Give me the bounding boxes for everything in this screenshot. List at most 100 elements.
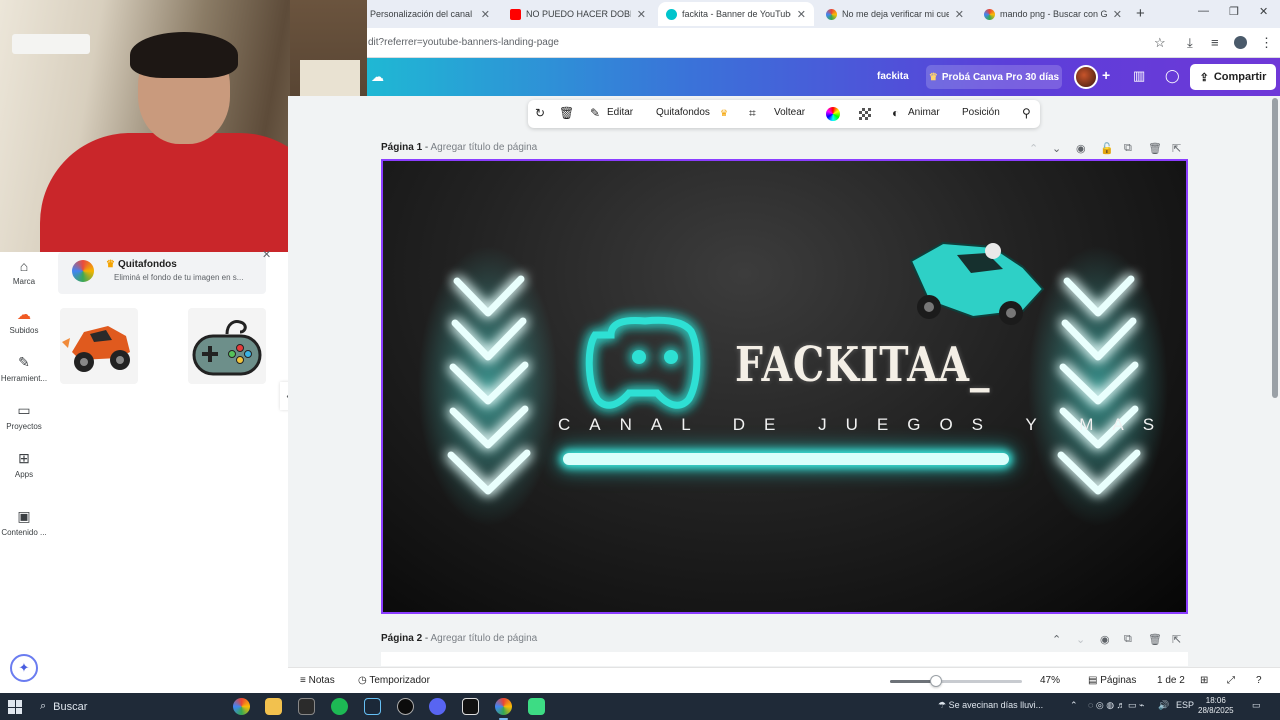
close-tab-icon[interactable]: ✕: [1113, 8, 1122, 21]
chrome-active-icon[interactable]: [495, 698, 512, 720]
profile-avatar[interactable]: [1234, 36, 1247, 49]
browser-menu-icon[interactable]: ⋮: [1260, 35, 1273, 51]
color-adjust-icon[interactable]: [826, 107, 840, 121]
copy-style-icon[interactable]: ⚲: [1022, 106, 1031, 120]
magic-assistant-button[interactable]: ✦: [10, 654, 38, 682]
banner-subtitle[interactable]: CANAL DE JUEGOS Y MAS: [558, 415, 1173, 435]
delete-page-icon[interactable]: 🗑: [1148, 633, 1162, 646]
crop-icon[interactable]: ⌗: [749, 106, 756, 121]
new-tab-icon[interactable]: +: [1136, 5, 1145, 22]
banner-title[interactable]: FACKITAA_: [735, 337, 990, 393]
download-icon[interactable]: ⤓: [1187, 35, 1193, 51]
close-icon[interactable]: ✕: [262, 248, 271, 261]
system-clock[interactable]: 18:06 28/8/2025: [1198, 696, 1234, 716]
duplicate-page-icon[interactable]: ⧉: [1124, 142, 1132, 155]
language-indicator[interactable]: ESP: [1176, 700, 1194, 710]
close-tab-icon[interactable]: ✕: [955, 8, 964, 21]
browser-tab[interactable]: No me deja verificar mi cuenta ✕: [818, 2, 972, 26]
notification-icon[interactable]: ▭: [1252, 700, 1261, 711]
fullscreen-icon[interactable]: ⤢: [1227, 675, 1235, 686]
chevron-down-icon[interactable]: ⌄: [1052, 142, 1061, 155]
minimize-icon[interactable]: —: [1198, 5, 1209, 17]
zoom-slider-track[interactable]: [890, 680, 1022, 683]
page-1-header[interactable]: Página 1 - Agregar título de página: [381, 142, 537, 153]
weather-widget[interactable]: ☂ Se avecinan días lluvi...: [938, 700, 1043, 711]
media-controls-icon[interactable]: ≡: [1211, 35, 1219, 50]
obs-icon[interactable]: [397, 698, 414, 715]
sidebar-item-tools[interactable]: ✎ Herramient...: [0, 354, 48, 383]
sidebar-item-uploads[interactable]: ☁ Subidos: [0, 306, 48, 335]
duplicate-page-icon[interactable]: ⧉: [1124, 633, 1132, 646]
document-name[interactable]: fackita: [877, 71, 909, 82]
upload-thumbnail-controller[interactable]: [188, 308, 266, 384]
zoom-percentage[interactable]: 47%: [1040, 675, 1060, 686]
close-tab-icon[interactable]: ✕: [481, 8, 490, 21]
pages-button[interactable]: ▤ Páginas: [1088, 675, 1136, 686]
vertical-scrollbar[interactable]: [1272, 98, 1278, 398]
add-collaborator-icon[interactable]: +: [1102, 67, 1110, 83]
bookmark-star-icon[interactable]: ☆: [1154, 35, 1166, 51]
flip-button[interactable]: Voltear: [774, 107, 805, 118]
share-button[interactable]: ⇪ Compartir: [1190, 64, 1276, 90]
eye-icon[interactable]: ◉: [1076, 142, 1086, 155]
taskbar-search[interactable]: ⌕ Buscar: [34, 696, 222, 717]
windows-start-icon[interactable]: [8, 700, 22, 714]
steam-icon[interactable]: [364, 698, 381, 715]
lock-icon[interactable]: 🔓: [1100, 142, 1114, 155]
close-tab-icon[interactable]: ✕: [637, 8, 646, 21]
sidebar-item-brand[interactable]: ⌂ Marca: [0, 258, 48, 286]
transparency-icon[interactable]: [859, 108, 871, 120]
help-icon[interactable]: ?: [1256, 675, 1262, 686]
page-2-canvas[interactable]: [381, 652, 1188, 666]
cloud-sync-icon[interactable]: ☁: [371, 69, 387, 84]
edit-image-icon[interactable]: ✎: [590, 106, 600, 120]
zoom-slider-thumb[interactable]: [930, 675, 943, 687]
trash-icon[interactable]: 🗑: [559, 106, 574, 120]
page-1-title-input[interactable]: Agregar título de página: [430, 142, 537, 153]
comments-icon[interactable]: ◯: [1165, 68, 1180, 84]
spotify-icon[interactable]: [331, 698, 348, 715]
sidebar-item-projects[interactable]: ▭ Proyectos: [0, 402, 48, 431]
capcut-icon[interactable]: [298, 698, 315, 715]
replace-icon[interactable]: ↻: [535, 106, 545, 120]
tray-chevron-icon[interactable]: ⌃: [1070, 700, 1078, 711]
try-pro-button[interactable]: ♛ Probá Canva Pro 30 días: [926, 65, 1062, 89]
delete-page-icon[interactable]: 🗑: [1148, 142, 1162, 155]
android-app-icon[interactable]: [528, 698, 545, 715]
restore-icon[interactable]: ❐: [1229, 5, 1239, 18]
chevron-up-icon[interactable]: ⌃: [1052, 633, 1061, 646]
bg-remover-tip-card[interactable]: ♛ Quitafondos Eliminá el fondo de tu imag…: [58, 249, 271, 294]
file-explorer-icon[interactable]: [265, 698, 282, 715]
sidebar-item-media[interactable]: ▣ Contenido ...: [0, 508, 48, 537]
upload-thumbnail-car[interactable]: [60, 308, 138, 384]
add-page-icon[interactable]: ⇱: [1172, 633, 1181, 646]
animate-icon[interactable]: ◐: [892, 106, 899, 120]
browser-tab[interactable]: mando png - Buscar con Goog ✕: [976, 2, 1130, 26]
page-2-header[interactable]: Página 2 - Agregar título de página: [381, 633, 537, 644]
edit-button[interactable]: Editar: [607, 107, 633, 118]
timer-button[interactable]: ◷ Temporizador: [358, 675, 430, 686]
speaker-icon[interactable]: 🔊: [1158, 700, 1169, 711]
capcut-editor-icon[interactable]: [462, 698, 479, 715]
url-field[interactable]: dit?referrer=youtube-banners-landing-pag…: [368, 37, 559, 48]
eye-icon[interactable]: ◉: [1100, 633, 1110, 646]
user-avatar[interactable]: [1074, 65, 1098, 89]
notes-button[interactable]: ≡ Notas: [300, 675, 335, 686]
neon-glow-bar[interactable]: [563, 453, 1009, 465]
bg-remover-button[interactable]: Quitafondos: [656, 107, 710, 118]
add-page-icon[interactable]: ⇱: [1172, 142, 1181, 155]
analytics-icon[interactable]: ▥: [1133, 68, 1145, 84]
close-tab-icon[interactable]: ✕: [797, 8, 806, 21]
position-button[interactable]: Posición: [962, 107, 1000, 118]
close-window-icon[interactable]: ✕: [1259, 5, 1268, 18]
grid-view-icon[interactable]: ⊞: [1200, 675, 1208, 686]
sidebar-item-apps[interactable]: ⊞ Apps: [0, 450, 48, 479]
discord-icon[interactable]: [429, 698, 446, 715]
browser-tab[interactable]: Personalización del canal - You ✕: [362, 2, 498, 26]
banner-design-canvas[interactable]: FACKITAA_ CANAL DE JUEGOS Y MAS: [381, 159, 1188, 614]
browser-tab[interactable]: NO PUEDO HACER DOBLE SAL ✕: [502, 2, 654, 26]
chrome-app-icon[interactable]: [233, 698, 250, 715]
browser-tab-active[interactable]: fackita - Banner de YouTube ✕: [658, 2, 814, 26]
page-2-title-input[interactable]: Agregar título de página: [430, 633, 537, 644]
system-tray-icons[interactable]: ◌ ◎ ◍ ♬ ▭ ⌁: [1088, 700, 1144, 711]
